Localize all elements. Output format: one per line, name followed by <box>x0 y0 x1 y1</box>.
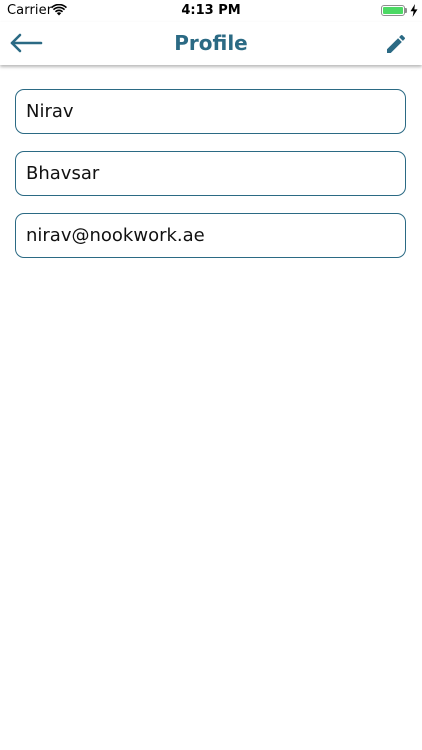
last-name-field-box <box>15 151 406 196</box>
status-bar: Carrier 4:13 PM <box>0 0 422 22</box>
last-name-field[interactable] <box>26 163 395 184</box>
charging-bolt-icon <box>410 4 418 17</box>
edit-profile-button[interactable] <box>382 30 410 58</box>
battery-icon <box>381 5 405 16</box>
status-time: 4:13 PM <box>181 3 241 18</box>
profile-form <box>15 89 406 275</box>
first-name-field[interactable] <box>26 101 395 122</box>
battery-cap <box>405 8 407 13</box>
email-field-box <box>15 213 406 258</box>
email-field[interactable] <box>26 225 395 246</box>
pencil-icon <box>387 34 406 53</box>
page-title: Profile <box>174 31 248 55</box>
navigation-bar: Profile <box>0 22 422 65</box>
profile-screen: Carrier 4:13 PM Profile <box>0 0 422 750</box>
first-name-field-box <box>15 89 406 134</box>
